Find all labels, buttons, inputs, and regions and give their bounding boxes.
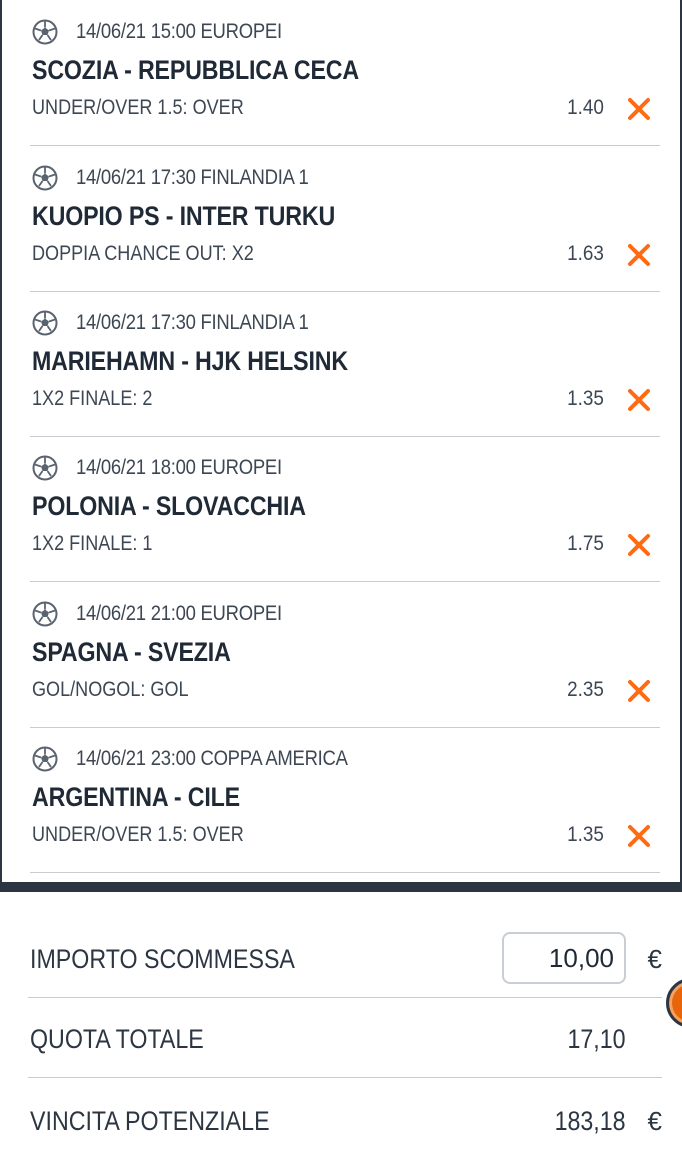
bet-meta: 14/06/21 21:00 EUROPEI: [32, 600, 310, 628]
total-odds-value: 17,10: [567, 1024, 626, 1054]
potential-win-label: VINCITA POTENZIALE: [30, 1106, 270, 1136]
bet-match: ARGENTINA - CILE: [32, 782, 240, 812]
bet-datetime-league: 14/06/21 17:30 FINLANDIA 1: [76, 166, 309, 189]
bet-market: UNDER/OVER 1.5: OVER: [32, 96, 244, 119]
bet-item: 14/06/21 15:00 EUROPEI SCOZIA - REPUBBLI…: [30, 0, 660, 146]
bet-item: 14/06/21 17:30 FINLANDIA 1 MARIEHAMN - H…: [30, 291, 660, 437]
bet-item: 14/06/21 18:00 EUROPEI POLONIA - SLOVACC…: [30, 436, 660, 582]
bet-market: UNDER/OVER 1.5: OVER: [32, 823, 244, 846]
bet-meta: 14/06/21 23:00 COPPA AMERICA: [32, 745, 385, 773]
bet-datetime-league: 14/06/21 18:00 EUROPEI: [76, 456, 282, 479]
bet-market: GOL/NOGOL: GOL: [32, 678, 189, 701]
potential-win-row: VINCITA POTENZIALE 183,18 €: [28, 1078, 662, 1157]
bet-summary: IMPORTO SCOMMESSA € QUOTA TOTALE 17,10 V…: [0, 892, 682, 1157]
bet-meta: 14/06/21 15:00 EUROPEI: [32, 18, 310, 46]
bet-datetime-league: 14/06/21 21:00 EUROPEI: [76, 602, 282, 625]
soccer-ball-icon: [32, 165, 58, 191]
bet-meta: 14/06/21 18:00 EUROPEI: [32, 454, 310, 482]
close-icon[interactable]: [626, 242, 652, 268]
total-odds-label: QUOTA TOTALE: [30, 1024, 204, 1054]
stake-label: IMPORTO SCOMMESSA: [30, 944, 295, 974]
bet-match: KUOPIO PS - INTER TURKU: [32, 201, 336, 231]
soccer-ball-icon: [32, 455, 58, 481]
bet-match: SPAGNA - SVEZIA: [32, 637, 231, 667]
bet-odds: 1.35: [567, 387, 604, 410]
stake-currency: €: [647, 944, 662, 974]
bet-match: POLONIA - SLOVACCHIA: [32, 491, 306, 521]
soccer-ball-icon: [32, 19, 58, 45]
bet-market: 1X2 FINALE: 1: [32, 532, 153, 555]
bet-odds: 1.75: [567, 532, 604, 555]
bet-odds: 1.40: [567, 96, 604, 119]
stake-field[interactable]: [502, 932, 626, 984]
soccer-ball-icon: [32, 310, 58, 336]
stake-row: IMPORTO SCOMMESSA €: [28, 918, 662, 998]
close-icon[interactable]: [626, 387, 652, 413]
bet-item: 14/06/21 21:00 EUROPEI SPAGNA - SVEZIA G…: [30, 582, 660, 728]
total-odds-row: QUOTA TOTALE 17,10: [28, 998, 662, 1078]
bet-slip-list: 14/06/21 15:00 EUROPEI SCOZIA - REPUBBLI…: [0, 0, 682, 882]
bet-meta: 14/06/21 17:30 FINLANDIA 1: [32, 164, 340, 192]
bet-item: 14/06/21 23:00 COPPA AMERICA ARGENTINA -…: [30, 727, 660, 873]
potential-win-value: 183,18: [554, 1106, 626, 1136]
close-icon[interactable]: [626, 823, 652, 849]
bet-odds: 1.35: [567, 823, 604, 846]
potential-win-currency: €: [647, 1106, 662, 1136]
bet-datetime-league: 14/06/21 15:00 EUROPEI: [76, 20, 282, 43]
bet-datetime-league: 14/06/21 17:30 FINLANDIA 1: [76, 311, 309, 334]
bet-meta: 14/06/21 17:30 FINLANDIA 1: [32, 309, 340, 337]
bet-market: DOPPIA CHANCE OUT: X2: [32, 242, 254, 265]
bet-odds: 2.35: [567, 678, 604, 701]
bet-match: SCOZIA - REPUBBLICA CECA: [32, 55, 359, 85]
bet-datetime-league: 14/06/21 23:00 COPPA AMERICA: [76, 747, 348, 770]
bet-odds: 1.63: [567, 242, 604, 265]
stake-input[interactable]: [504, 934, 624, 982]
bet-market: 1X2 FINALE: 2: [32, 387, 153, 410]
section-divider: [0, 882, 682, 892]
close-icon[interactable]: [626, 678, 652, 704]
soccer-ball-icon: [32, 601, 58, 627]
close-icon[interactable]: [626, 532, 652, 558]
close-icon[interactable]: [626, 96, 652, 122]
soccer-ball-icon: [32, 746, 58, 772]
bet-item: 14/06/21 17:30 FINLANDIA 1 KUOPIO PS - I…: [30, 146, 660, 292]
bet-match: MARIEHAMN - HJK HELSINK: [32, 346, 348, 376]
